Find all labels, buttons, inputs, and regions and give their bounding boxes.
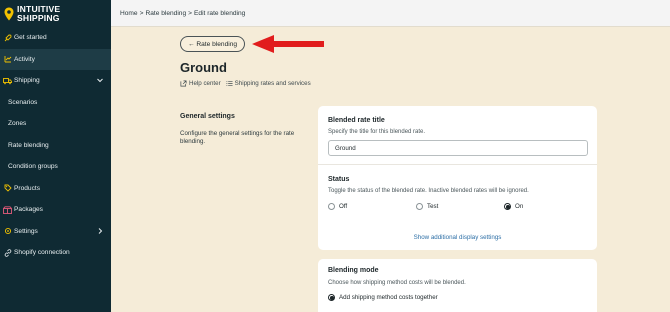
sidebar-item-get-started[interactable]: Get started [0,27,111,49]
radio-circle [416,203,423,210]
sidebar-item-label: Products [14,184,41,192]
back-button-label: ← Rate blending [187,40,238,48]
divider [318,164,597,165]
breadcrumb-rate-blending[interactable]: Rate blending [145,10,186,17]
sidebar-item-zones[interactable]: Zones [0,113,111,135]
sidebar-item-scenarios[interactable]: Scenarios [0,92,111,114]
breadcrumb: Home > Rate blending > Edit rate blendin… [111,0,670,27]
list-icon [226,80,233,87]
sidebar: INTUITIVE SHIPPING Get started Activity … [0,0,111,312]
sidebar-item-label: Condition groups [8,163,58,171]
external-link-icon [180,80,187,87]
page-title: Ground [180,60,227,75]
shipping-rates-link[interactable]: Shipping rates and services [226,80,311,87]
show-additional-settings-link[interactable]: Show additional display settings [318,234,597,241]
status-label: Status [328,176,350,183]
radio-circle-selected [504,203,511,210]
gear-icon [3,227,12,236]
sidebar-item-rate-blending[interactable]: Rate blending [0,135,111,157]
help-center-link[interactable]: Help center [180,80,221,87]
sidebar-item-products[interactable]: Products [0,178,111,200]
status-radio-group: Off Test On [328,203,587,213]
annotation-arrow-icon [252,35,324,53]
chevron-right-icon[interactable] [96,227,104,235]
radio-circle-selected [328,294,335,301]
status-radio-off[interactable]: Off [328,203,347,210]
breadcrumb-home[interactable]: Home [120,10,138,17]
sidebar-item-activity[interactable]: Activity [0,48,111,70]
general-settings-title: General settings [180,113,235,120]
sidebar-item-label: Get started [14,34,47,42]
breadcrumb-separator: > [188,9,193,17]
blending-mode-radio-add[interactable]: Add shipping method costs together [328,294,438,301]
sidebar-item-packages[interactable]: Packages [0,199,111,221]
blended-rate-title-value: Ground [335,144,356,152]
breadcrumb-current: Edit rate blending [194,9,246,17]
blending-mode-card: Blending mode Choose how shipping method… [318,259,597,312]
blending-mode-help: Choose how shipping method costs will be… [328,280,466,286]
help-links: Help center Shipping rates and services [180,80,316,87]
brand-wordmark: INTUITIVE SHIPPING [17,4,61,23]
sidebar-item-label: Scenarios [8,98,38,106]
sidebar-nav: Get started Activity Shipping Scenarios … [0,27,111,264]
chart-icon [3,55,12,64]
blended-rate-title-help: Specify the title for this blended rate. [328,129,426,135]
tag-icon [3,184,12,193]
blended-rate-title-input[interactable]: Ground [328,140,588,156]
rocket-icon [3,33,12,42]
sidebar-item-settings[interactable]: Settings [0,221,111,243]
sidebar-item-condition-groups[interactable]: Condition groups [0,156,111,178]
package-icon [3,205,12,214]
status-radio-test[interactable]: Test [416,203,438,210]
sidebar-item-label: Packages [14,206,43,214]
breadcrumb-separator: > [139,9,144,17]
sidebar-item-label: Activity [14,55,35,63]
general-settings-card: Blended rate title Specify the title for… [318,106,597,250]
status-radio-on[interactable]: On [504,203,523,210]
blending-mode-label: Blending mode [328,267,379,274]
radio-circle [328,203,335,210]
back-button[interactable]: ← Rate blending [180,36,245,52]
sidebar-item-shopify-connection[interactable]: Shopify connection [0,242,111,264]
sidebar-item-label: Shipping [14,77,40,85]
general-settings-description: Configure the general settings for the r… [180,130,295,146]
location-pin-icon [4,7,14,20]
status-help: Toggle the status of the blended rate. I… [328,188,529,194]
chevron-down-icon[interactable] [96,76,104,84]
sidebar-item-shipping[interactable]: Shipping [0,70,111,92]
blended-rate-title-label: Blended rate title [328,117,385,124]
brand[interactable]: INTUITIVE SHIPPING [0,0,111,27]
truck-icon [3,76,12,85]
sidebar-item-label: Settings [14,227,38,235]
sidebar-item-label: Rate blending [8,141,49,149]
sidebar-item-label: Shopify connection [14,249,70,257]
link-icon [3,248,12,257]
sidebar-item-label: Zones [8,120,27,128]
